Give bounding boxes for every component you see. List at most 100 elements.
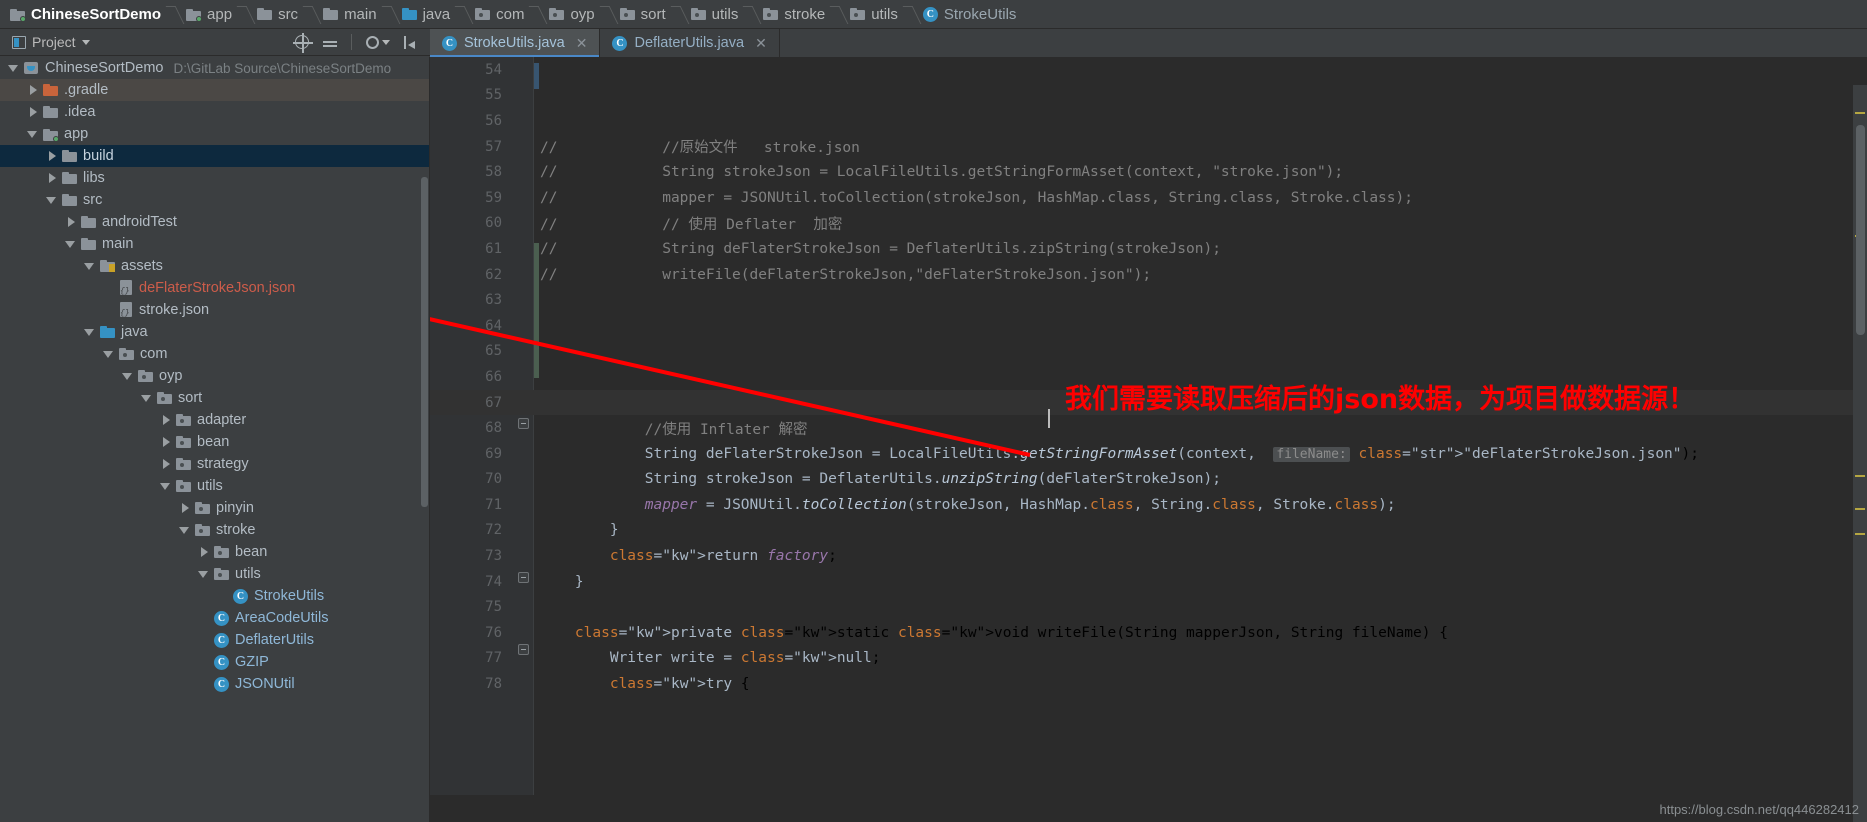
tree-item-sort[interactable]: sort: [0, 387, 429, 409]
code-line[interactable]: 73 class="kw">return factory;: [430, 543, 1867, 569]
tree-item-bean[interactable]: bean: [0, 431, 429, 453]
code-area[interactable]: 54 55 56 57 // //原始文件 stroke.json 58 // String…: [430, 57, 1867, 795]
breadcrumb-item-utils[interactable]: utils: [685, 0, 748, 29]
code-line[interactable]: 70 String strokeJson = DeflaterUtils.unz…: [430, 467, 1867, 493]
tree-item--gradle[interactable]: .gradle: [0, 79, 429, 101]
code-line[interactable]: 54: [430, 57, 1867, 83]
breadcrumb-item-src[interactable]: src: [251, 0, 307, 29]
settings-icon[interactable]: [366, 35, 379, 49]
locate-icon[interactable]: [293, 33, 313, 53]
chevron-right-icon[interactable]: [179, 502, 191, 514]
collapse-all-icon[interactable]: [323, 35, 337, 49]
code-line[interactable]: 58 // String strokeJson = LocalFileUtils.…: [430, 159, 1867, 185]
tree-item-oyp[interactable]: oyp: [0, 365, 429, 387]
chevron-right-icon[interactable]: [46, 172, 58, 184]
tree-item-bean[interactable]: bean: [0, 541, 429, 563]
code-editor[interactable]: 54 55 56 57 // //原始文件 stroke.json 58 // String…: [430, 57, 1867, 822]
breadcrumb-item-chinesesortdemo[interactable]: ChineseSortDemo: [4, 0, 170, 29]
tree-item-utils[interactable]: utils: [0, 563, 429, 585]
breadcrumb-item-java[interactable]: java: [396, 0, 460, 29]
stripe-warning-marker[interactable]: [1855, 533, 1865, 535]
tree-item-gzip[interactable]: C GZIP: [0, 651, 429, 673]
chevron-down-icon[interactable]: [141, 392, 153, 404]
fold-icon[interactable]: [518, 418, 529, 429]
tree-item-areacodeutils[interactable]: C AreaCodeUtils: [0, 607, 429, 629]
chevron-right-icon[interactable]: [65, 216, 77, 228]
code-line[interactable]: 65: [430, 339, 1867, 365]
tree-item-pinyin[interactable]: pinyin: [0, 497, 429, 519]
code-line[interactable]: 74 }: [430, 569, 1867, 595]
chevron-down-icon[interactable]: [179, 524, 191, 536]
code-line[interactable]: 64: [430, 313, 1867, 339]
code-line[interactable]: 61 // String deFlaterStrokeJson = Deflate…: [430, 236, 1867, 262]
code-line[interactable]: 55: [430, 83, 1867, 109]
tree-item-src[interactable]: src: [0, 189, 429, 211]
fold-icon[interactable]: [518, 572, 529, 583]
code-line[interactable]: 63: [430, 287, 1867, 313]
stripe-warning-marker[interactable]: [1855, 475, 1865, 477]
chevron-right-icon[interactable]: [160, 436, 172, 448]
chevron-down-icon[interactable]: [103, 348, 115, 360]
tree-item-deflaterstrokejson-json[interactable]: deFlaterStrokeJson.json: [0, 277, 429, 299]
breadcrumb-item-sort[interactable]: sort: [614, 0, 675, 29]
breadcrumb-item-stroke[interactable]: stroke: [757, 0, 834, 29]
code-line[interactable]: 62 // writeFile(deFlaterStrokeJson,"deFla…: [430, 262, 1867, 288]
tree-item-java[interactable]: java: [0, 321, 429, 343]
chevron-down-icon[interactable]: [84, 260, 96, 272]
chevron-right-icon[interactable]: [46, 150, 58, 162]
chevron-down-icon[interactable]: [46, 194, 58, 206]
tree-item-assets[interactable]: assets: [0, 255, 429, 277]
stripe-warning-marker[interactable]: [1855, 112, 1865, 114]
code-line[interactable]: 77 Writer write = class="kw">null;: [430, 646, 1867, 672]
tree-item-libs[interactable]: libs: [0, 167, 429, 189]
editor-tab-deflaterutils-java[interactable]: C DeflaterUtils.java ✕: [600, 29, 780, 57]
chevron-down-icon[interactable]: [81, 39, 90, 45]
tree-item-utils[interactable]: utils: [0, 475, 429, 497]
error-stripe[interactable]: [1853, 85, 1867, 822]
tree-item-chinesesortdemo[interactable]: ChineseSortDemo D:\GitLab Source\ChineseS…: [0, 57, 429, 79]
breadcrumb-item-com[interactable]: com: [469, 0, 533, 29]
chevron-down-icon[interactable]: [122, 370, 134, 382]
breadcrumb-item-main[interactable]: main: [317, 0, 386, 29]
fold-icon[interactable]: [518, 644, 529, 655]
breadcrumb-item-app[interactable]: app: [180, 0, 241, 29]
tree-item--idea[interactable]: .idea: [0, 101, 429, 123]
close-icon[interactable]: ✕: [576, 35, 588, 52]
tree-item-strategy[interactable]: strategy: [0, 453, 429, 475]
code-line[interactable]: 69 String deFlaterStrokeJson = LocalFile…: [430, 441, 1867, 467]
tree-scrollbar[interactable]: [421, 177, 428, 507]
code-line[interactable]: 68 //使用 Inflater 解密: [430, 415, 1867, 441]
chevron-down-icon[interactable]: [160, 480, 172, 492]
tree-item-stroke[interactable]: stroke: [0, 519, 429, 541]
editor-scrollbar[interactable]: [1856, 125, 1865, 335]
breadcrumb-item-utils[interactable]: utils: [844, 0, 907, 29]
chevron-right-icon[interactable]: [160, 458, 172, 470]
breadcrumb-item-oyp[interactable]: oyp: [543, 0, 603, 29]
chevron-right-icon[interactable]: [198, 546, 210, 558]
chevron-right-icon[interactable]: [27, 106, 39, 118]
chevron-right-icon[interactable]: [160, 414, 172, 426]
tree-item-deflaterutils[interactable]: C DeflaterUtils: [0, 629, 429, 651]
tree-item-androidtest[interactable]: androidTest: [0, 211, 429, 233]
chevron-down-icon[interactable]: [198, 568, 210, 580]
code-line[interactable]: 76 class="kw">private class="kw">static …: [430, 620, 1867, 646]
code-line[interactable]: 60 // // 使用 Deflater 加密: [430, 211, 1867, 237]
code-line[interactable]: 57 // //原始文件 stroke.json: [430, 134, 1867, 160]
code-line[interactable]: 71 mapper = JSONUtil.toCollection(stroke…: [430, 492, 1867, 518]
tree-item-com[interactable]: com: [0, 343, 429, 365]
chevron-down-icon[interactable]: [27, 128, 39, 140]
editor-tab-strokeutils-java[interactable]: C StrokeUtils.java ✕: [430, 29, 601, 57]
chevron-down-icon[interactable]: [8, 62, 20, 74]
tree-item-strokeutils[interactable]: C StrokeUtils: [0, 585, 429, 607]
tree-item-jsonutil[interactable]: C JSONUtil: [0, 673, 429, 695]
tree-item-stroke-json[interactable]: stroke.json: [0, 299, 429, 321]
chevron-right-icon[interactable]: [27, 84, 39, 96]
code-line[interactable]: 59 // mapper = JSONUtil.toCollection(stro…: [430, 185, 1867, 211]
project-toolwindow-title[interactable]: Project: [12, 34, 90, 50]
code-line[interactable]: 72 }: [430, 518, 1867, 544]
close-icon[interactable]: ✕: [755, 35, 767, 52]
stripe-warning-marker[interactable]: [1855, 508, 1865, 510]
tree-item-build[interactable]: build: [0, 145, 429, 167]
code-line[interactable]: 56: [430, 108, 1867, 134]
chevron-down-icon[interactable]: [84, 326, 96, 338]
